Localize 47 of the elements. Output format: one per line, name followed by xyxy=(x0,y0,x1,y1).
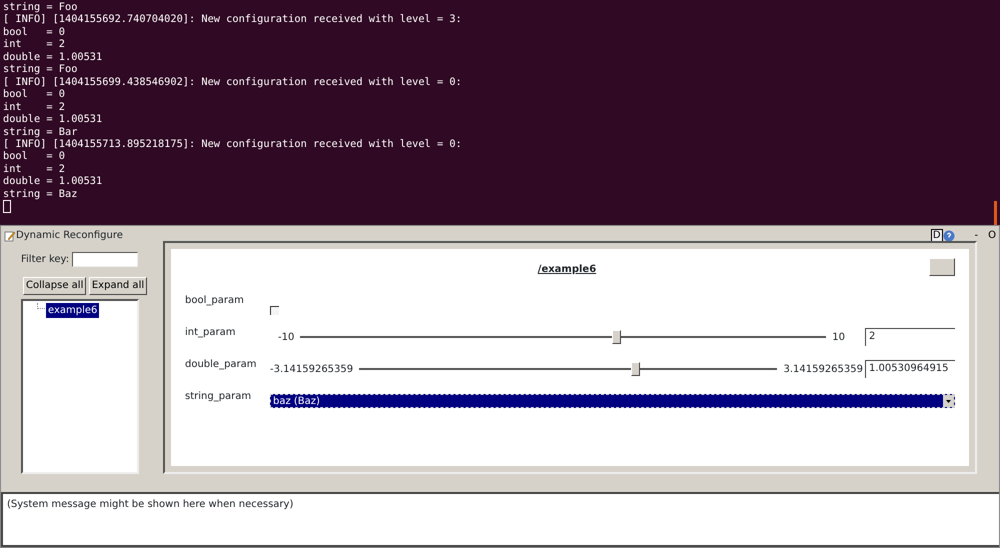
blank-button[interactable] xyxy=(928,258,955,276)
terminal-line: int = 2 xyxy=(3,100,65,114)
slider-max: 3.14159265359 xyxy=(783,362,863,377)
title-button[interactable]: D xyxy=(930,229,943,242)
terminal-line: double = 1.00531 xyxy=(3,113,102,126)
terminal-line: int = 2 xyxy=(3,38,65,51)
scrollbar-thumb[interactable] xyxy=(994,201,997,225)
filter-field[interactable] xyxy=(72,252,138,268)
terminal-line: bool = 0 xyxy=(3,26,65,38)
slider-min: -3.14159265359 xyxy=(270,362,354,377)
dropdown[interactable]: baz (Baz) xyxy=(270,394,955,408)
param-label: double_param xyxy=(185,358,258,372)
terminal-line: bool = 0 xyxy=(3,88,65,101)
help-icon[interactable] xyxy=(942,230,955,242)
title-button[interactable]: O xyxy=(988,228,996,244)
terminal-line: string = Baz xyxy=(3,188,78,200)
terminal-line: double = 1.00531 xyxy=(3,50,102,64)
slider-min: -10 xyxy=(278,330,294,345)
window-title: Dynamic Reconfigure xyxy=(16,229,123,244)
terminal-line: string = Bar xyxy=(3,126,78,138)
terminal-line: string = Foo xyxy=(3,1,78,14)
terminal-line: string = Foo xyxy=(3,63,78,76)
param-label: bool_param xyxy=(185,294,245,308)
terminal-line: [ INFO] [1404155699.438546902]: New configuration received with level = 0: xyxy=(3,76,462,88)
tree-button[interactable]: Collapse all xyxy=(23,277,86,296)
terminal-line: int = 2 xyxy=(3,162,65,176)
tree-button[interactable]: Expand all xyxy=(88,277,148,296)
title-button[interactable]: - xyxy=(974,228,978,244)
param-label: int_param xyxy=(185,326,236,340)
terminal-line: double = 1.00531 xyxy=(3,175,102,188)
notepad-pencil-icon xyxy=(4,230,16,242)
filter-label: Filter key: xyxy=(21,253,70,268)
value-field[interactable]: 1.00530964915 xyxy=(865,360,955,378)
checkbox[interactable] xyxy=(270,306,279,315)
tree-line xyxy=(37,303,45,310)
param-label: string_param xyxy=(185,390,252,404)
terminal-line: bool = 0 xyxy=(3,150,65,163)
slider-thumb[interactable] xyxy=(612,330,621,344)
value-field[interactable]: 2 xyxy=(865,328,955,346)
panel-title: /example6 xyxy=(536,262,596,277)
terminal-line: [ INFO] [1404155713.895218175]: New configuration received with level = 0: xyxy=(3,138,462,150)
status-message: (System message might be shown here when necessary) xyxy=(7,499,294,510)
terminal-line: [ INFO] [1404155692.740704020]: New configuration received with level = 3: xyxy=(3,13,462,26)
slider-max: 10 xyxy=(832,330,845,345)
tree-item[interactable]: example6 xyxy=(46,303,100,318)
terminal-cursor xyxy=(3,200,11,214)
slider-thumb[interactable] xyxy=(631,362,640,376)
